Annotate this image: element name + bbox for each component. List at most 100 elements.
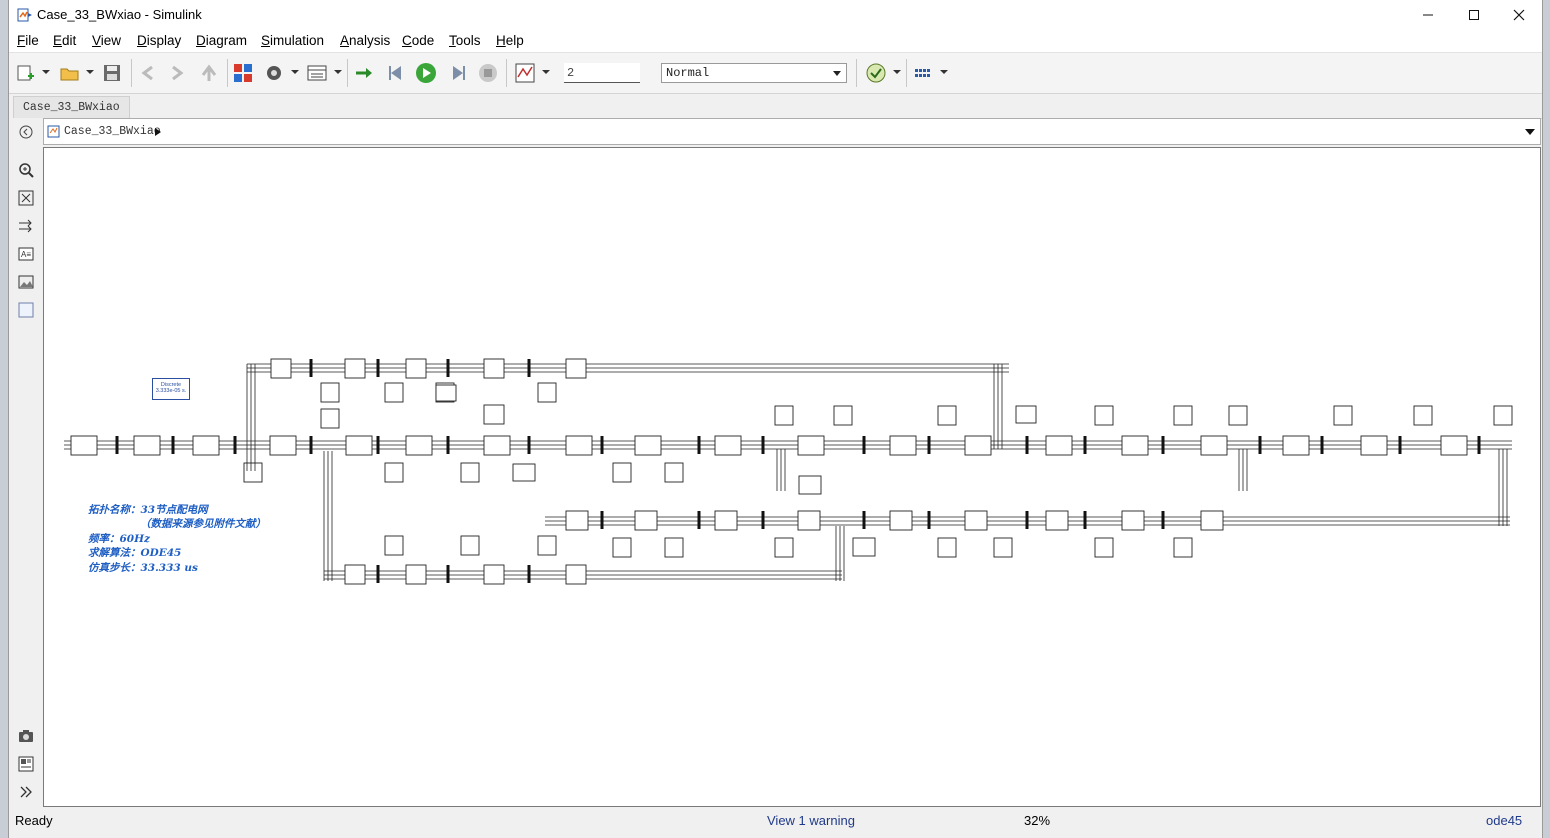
model-advisor-button[interactable] [865,62,887,84]
settings-dropdown-icon[interactable] [291,70,299,74]
simulink-window: Case_33_BWxiao - Simulink File Edit View… [8,0,1543,838]
back-arrow-icon [141,65,153,81]
menu-help[interactable]: Help [496,33,524,48]
new-model-button[interactable] [15,62,37,84]
line-block [1173,537,1193,558]
folder-open-icon [60,68,79,81]
menu-simulation-label: imulation [270,33,325,48]
line-block [565,435,593,456]
up-button[interactable] [198,62,220,84]
build-model-button[interactable] [912,62,934,84]
menu-diagram[interactable]: Diagram [196,33,247,48]
open-dropdown-icon[interactable] [86,70,94,74]
toolbar-separator [856,59,857,87]
annotation-button[interactable]: A≡ [17,245,35,263]
line-block [270,358,292,379]
expand-palette-button[interactable] [17,783,35,801]
line-block [460,462,480,483]
bus-bar [309,436,313,454]
library-browser-button[interactable] [232,62,254,84]
bus-bar [1083,436,1087,454]
line-block [405,435,433,456]
forward-button[interactable] [166,62,188,84]
breadcrumb-model[interactable]: Case_33_BWxiao [64,125,161,138]
line-block [1413,405,1433,426]
menu-code[interactable]: Code [402,33,434,48]
chevron-down-icon[interactable] [1525,128,1535,136]
maximize-button[interactable] [1451,0,1497,30]
menu-tools[interactable]: Tools [449,33,481,48]
bus-bar [1477,436,1481,454]
property-inspector-button[interactable] [17,755,35,773]
menu-simulation[interactable]: Simulation [261,33,324,48]
run-button[interactable] [415,62,437,84]
simulation-mode-select[interactable]: Normal [661,63,847,83]
save-button[interactable] [101,62,123,84]
bus-bar [446,565,450,583]
model-settings-button[interactable] [263,62,285,84]
menu-file-mnemonic: F [17,33,26,48]
line-block [483,404,505,425]
line-block [1228,405,1248,426]
view-warnings-link[interactable]: View 1 warning [767,813,855,828]
scope-plot-icon [515,63,535,83]
bus-bar [1083,511,1087,529]
hide-explorer-bar-button[interactable] [17,123,35,141]
menu-view[interactable]: View [92,33,121,48]
powergui-line2: 3.333e-05 s. [155,388,187,394]
advisor-dropdown-icon[interactable] [893,70,901,74]
line-block [269,435,297,456]
forward-arrow-icon [172,65,184,81]
explorer-dropdown-icon[interactable] [334,70,342,74]
menu-edit-label: dit [62,33,77,48]
open-button[interactable] [59,62,81,84]
fit-to-view-button[interactable] [17,189,35,207]
line-block [664,462,684,483]
menu-display[interactable]: Display [137,33,181,48]
close-button[interactable] [1496,0,1542,30]
screenshot-button[interactable] [17,727,35,745]
line-block [714,435,742,456]
image-button[interactable] [17,273,35,291]
line-block [384,535,404,556]
line-block [345,435,373,456]
save-icon [104,65,120,81]
annotation-line-4: 求解算法：ODE45 [88,547,182,559]
new-dropdown-icon[interactable] [42,70,50,74]
minimize-icon [1423,14,1433,16]
step-back-button[interactable] [385,62,407,84]
model-canvas[interactable]: Discrete 3.333e-05 s. 拓扑名称：33节点配电网 （数据来源… [43,147,1541,807]
powergui-block[interactable]: Discrete 3.333e-05 s. [152,378,190,400]
minimize-button[interactable] [1405,0,1451,30]
inspector-dropdown-icon[interactable] [542,70,550,74]
fit-view-icon [18,190,34,206]
simulation-data-inspector-button[interactable] [514,62,536,84]
bus-bar [446,359,450,377]
area-button[interactable] [17,301,35,319]
menu-view-label: iew [100,33,122,48]
update-diagram-button[interactable] [353,62,375,84]
line-block [460,535,480,556]
left-palette: A≡ [9,118,43,808]
menu-edit[interactable]: Edit [53,33,76,48]
menu-file[interactable]: File [17,33,39,48]
model-browser-address-bar[interactable]: Case_33_BWxiao [43,118,1541,145]
zoom-button[interactable] [17,161,35,179]
new-model-icon [17,65,34,81]
stop-button[interactable] [477,62,499,84]
line-block [964,435,992,456]
model-explorer-button[interactable] [306,62,328,84]
build-dropdown-icon[interactable] [940,70,948,74]
stop-time-input[interactable] [564,63,640,83]
bus-bar [527,565,531,583]
menu-code-mnemonic: C [402,33,412,48]
tab-case-33-bwxiao[interactable]: Case_33_BWxiao [13,96,130,118]
solver-link[interactable]: ode45 [1486,813,1522,828]
back-button[interactable] [137,62,159,84]
step-forward-button[interactable] [447,62,469,84]
build-grid-icon [915,69,930,77]
step-back-icon [389,66,401,80]
menu-analysis[interactable]: Analysis [340,33,390,48]
bus-bar [761,511,765,529]
route-lines-button[interactable] [17,217,35,235]
